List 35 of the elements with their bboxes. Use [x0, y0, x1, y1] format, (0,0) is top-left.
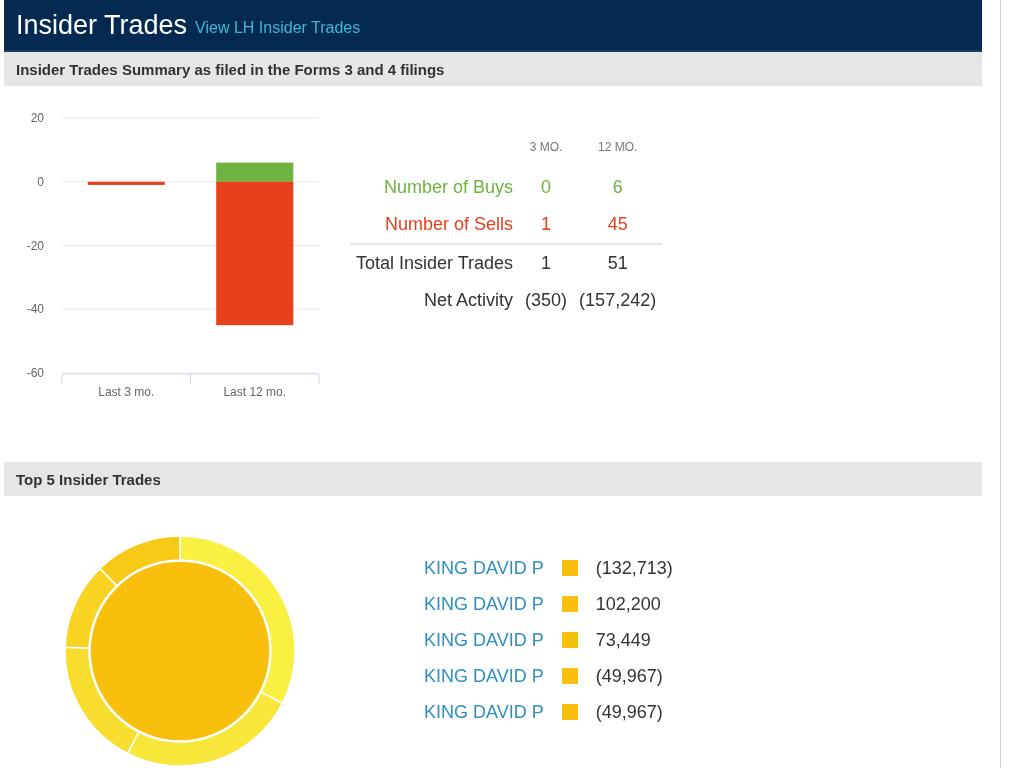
- row-label: Number of Buys: [383, 176, 515, 199]
- trade-amount: (49,967): [595, 665, 664, 687]
- page-title: Insider Trades: [16, 9, 188, 41]
- y-tick-label: -60: [26, 366, 44, 380]
- table-cell: 45: [573, 206, 663, 245]
- row-label: Total Insider Trades: [355, 252, 515, 275]
- trade-amount: (132,713): [595, 557, 673, 579]
- insider-link[interactable]: KING DAVID P: [424, 658, 544, 694]
- row-label: Number of Sells: [350, 206, 520, 245]
- section-title: Insider Trades Summary as filed in the Forms 3 and 4 filings: [16, 60, 445, 78]
- column-header: 12 MO.: [596, 139, 639, 156]
- table-cell-text: 1: [540, 252, 553, 275]
- insider-link[interactable]: KING DAVID P: [424, 694, 544, 730]
- insider-link[interactable]: KING DAVID P: [424, 586, 544, 622]
- column-header: 3 MO.: [528, 139, 564, 156]
- table-cell-text: (157,242): [578, 289, 658, 312]
- view-lh-link[interactable]: View LH Insider Trades: [195, 18, 361, 37]
- x-category-label: Last 12 mo.: [223, 385, 287, 399]
- trade-amount: 102,200: [595, 593, 662, 615]
- trade-amount: 73,449: [595, 629, 652, 651]
- x-category-label: Last 3 mo.: [98, 385, 155, 399]
- table-cell-text: 51: [606, 252, 629, 275]
- table-cell: 1: [519, 206, 574, 245]
- y-tick-label: 0: [37, 174, 44, 189]
- insider-link[interactable]: KING DAVID P: [424, 622, 544, 658]
- y-tick-label: -20: [26, 238, 44, 253]
- insider-link[interactable]: KING DAVID P: [424, 550, 544, 586]
- y-tick-label: 20: [30, 111, 44, 125]
- trade-amount: (49,967): [595, 701, 664, 723]
- table-cell-text: 6: [611, 176, 624, 199]
- y-tick-label: -40: [26, 302, 44, 317]
- section-title: Top 5 Insider Trades: [16, 470, 161, 488]
- row-label: Net Activity: [423, 289, 515, 312]
- table-cell-text: 0: [540, 176, 553, 199]
- table-cell-text: (350): [524, 289, 569, 312]
